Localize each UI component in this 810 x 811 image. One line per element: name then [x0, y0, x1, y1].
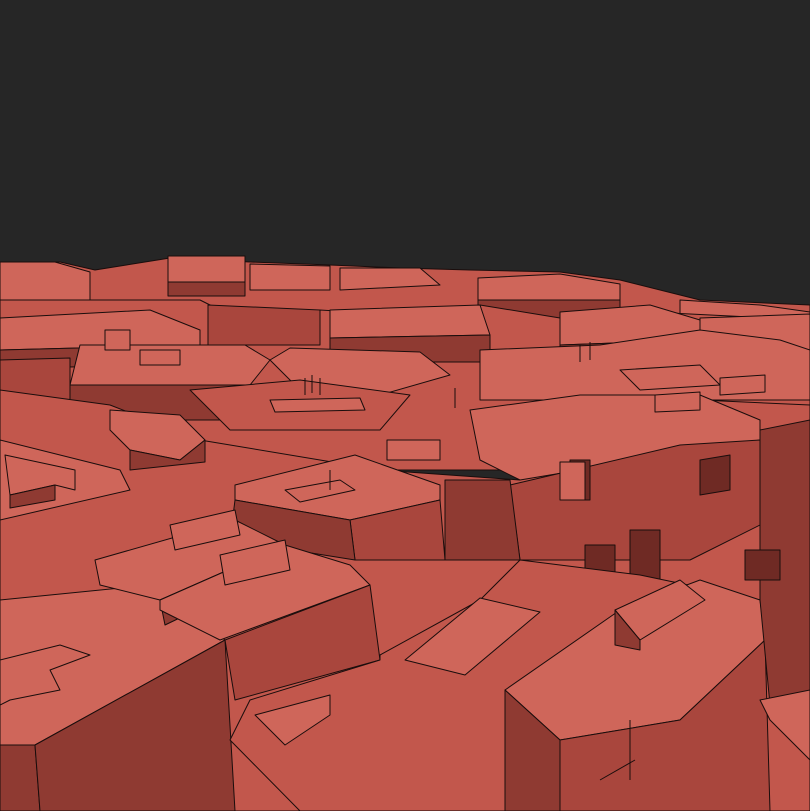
3d-viewport[interactable]: [0, 0, 810, 811]
city-render: [0, 0, 810, 811]
